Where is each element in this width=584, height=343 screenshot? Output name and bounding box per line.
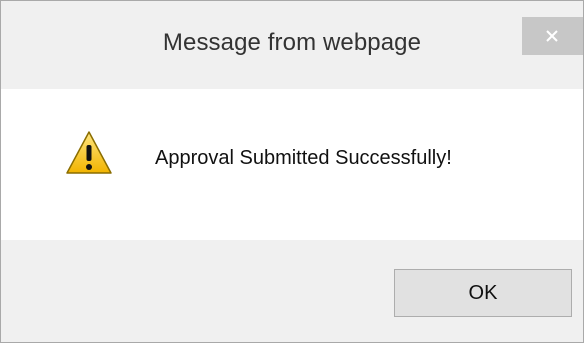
ok-button[interactable]: OK [394, 269, 572, 317]
dialog-titlebar[interactable]: Message from webpage [1, 1, 583, 89]
close-button[interactable] [522, 17, 583, 55]
dialog-content: Approval Submitted Successfully! [1, 89, 583, 240]
dialog-footer: OK [1, 240, 583, 342]
message-dialog: Message from webpage Approval Submitted … [0, 0, 584, 343]
close-icon [546, 30, 558, 42]
dialog-title: Message from webpage [162, 29, 422, 56]
dialog-message: Approval Submitted Successfully! [155, 147, 452, 169]
warning-icon [66, 131, 112, 174]
